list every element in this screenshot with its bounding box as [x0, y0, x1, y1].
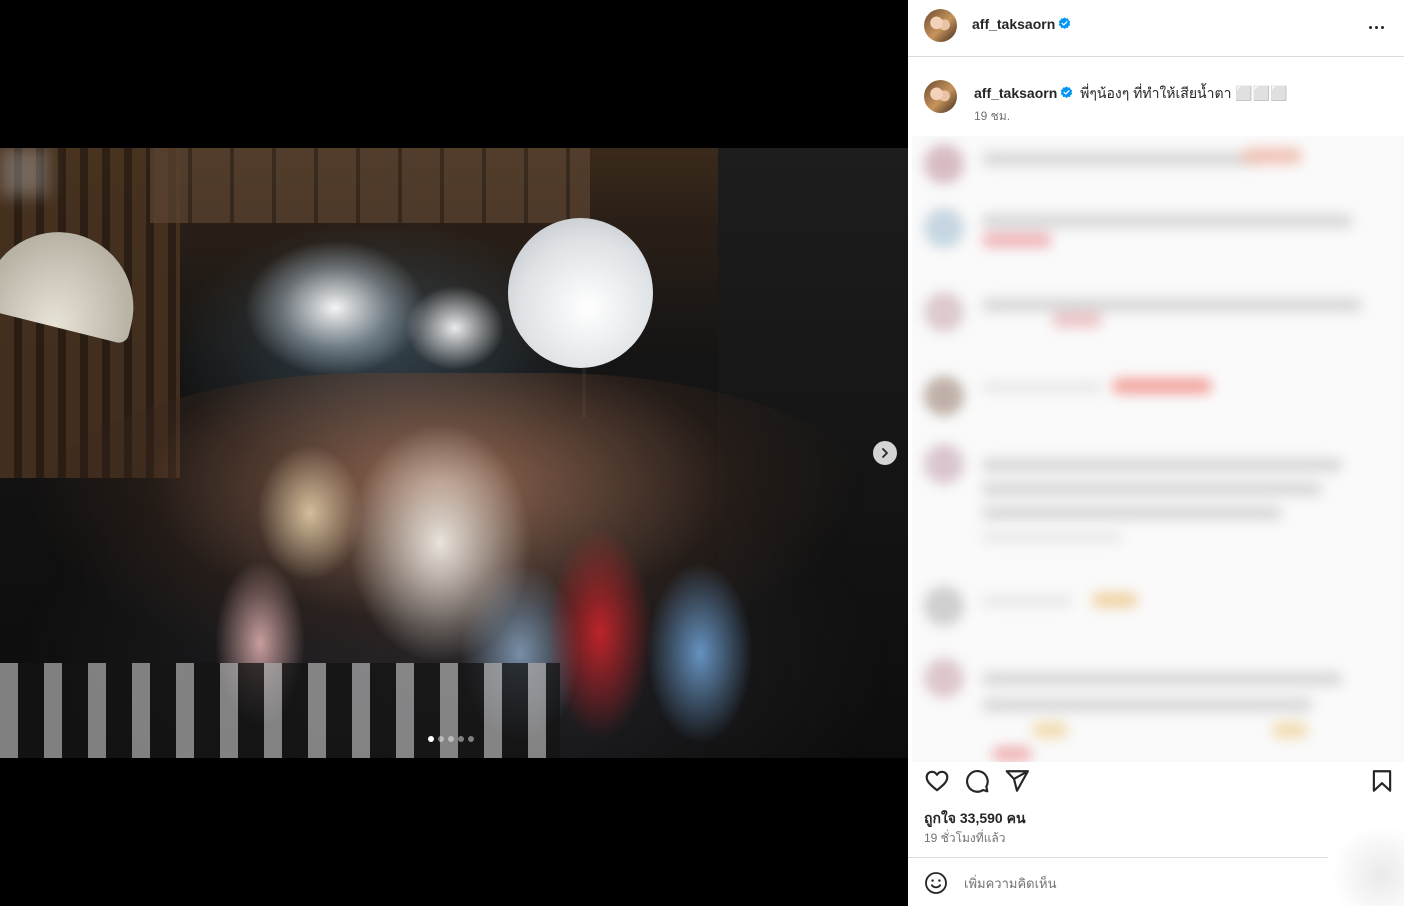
post-photo[interactable]	[0, 148, 908, 758]
list-item	[912, 652, 1404, 762]
caption-timestamp[interactable]: 19 ชม.	[974, 107, 1010, 126]
list-item	[912, 140, 1404, 190]
carousel-dot	[438, 736, 444, 742]
caption-username[interactable]: aff_taksaorn	[974, 85, 1057, 101]
verified-badge-icon	[1061, 86, 1073, 99]
photo-ceiling	[150, 148, 590, 223]
list-item	[912, 372, 1404, 422]
chevron-right-icon	[882, 448, 888, 458]
caption-line: aff_taksaorn พี่ๆน้องๆ ที่ทำให้เสียน้ำตา…	[974, 83, 1288, 105]
post-media-area	[0, 0, 908, 906]
list-item	[912, 204, 1404, 264]
add-comment-bar	[908, 858, 1404, 906]
carousel-next-button[interactable]	[873, 441, 897, 465]
bookmark-icon[interactable]	[1369, 768, 1395, 794]
list-item	[912, 286, 1404, 346]
photo-equipment	[0, 663, 560, 758]
carousel-dot	[458, 736, 464, 742]
post-header: aff_taksaorn	[908, 0, 1404, 57]
verified-badge-icon	[1059, 17, 1071, 30]
heart-icon[interactable]	[924, 768, 950, 794]
avatar[interactable]	[924, 9, 957, 42]
emoji-smile-icon[interactable]	[924, 871, 948, 895]
header-username-link[interactable]: aff_taksaorn	[972, 16, 1071, 32]
comment-input[interactable]	[964, 872, 1364, 894]
more-options-icon[interactable]	[1364, 17, 1388, 37]
likes-count[interactable]: ถูกใจ 33,590 คน	[924, 808, 1026, 830]
instagram-post-view: aff_taksaorn aff_taksaorn พี่ๆน้องๆ ที่ท…	[0, 0, 1404, 906]
post-actions-bar	[908, 762, 1404, 806]
header-username[interactable]: aff_taksaorn	[972, 16, 1055, 32]
carousel-dot	[448, 736, 454, 742]
photo-blur-corner	[0, 148, 48, 196]
caption-text: พี่ๆน้องๆ ที่ทำให้เสียน้ำตา ⬜⬜⬜	[1080, 85, 1288, 101]
paper-plane-icon[interactable]	[1004, 768, 1030, 794]
comments-list-blurred	[912, 136, 1404, 762]
post-timestamp[interactable]: 19 ชั่วโมงที่แล้ว	[924, 829, 1006, 848]
list-item	[912, 438, 1404, 558]
caption-row: aff_taksaorn พี่ๆน้องๆ ที่ทำให้เสียน้ำตา…	[908, 57, 1404, 136]
photo-umbrella-right	[508, 218, 653, 368]
post-side-panel: aff_taksaorn aff_taksaorn พี่ๆน้องๆ ที่ท…	[908, 0, 1404, 906]
carousel-dot	[428, 736, 434, 742]
carousel-dot	[468, 736, 474, 742]
carousel-dots	[428, 736, 474, 742]
avatar[interactable]	[924, 80, 957, 113]
list-item	[912, 582, 1404, 632]
comment-bubble-icon[interactable]	[964, 768, 990, 794]
